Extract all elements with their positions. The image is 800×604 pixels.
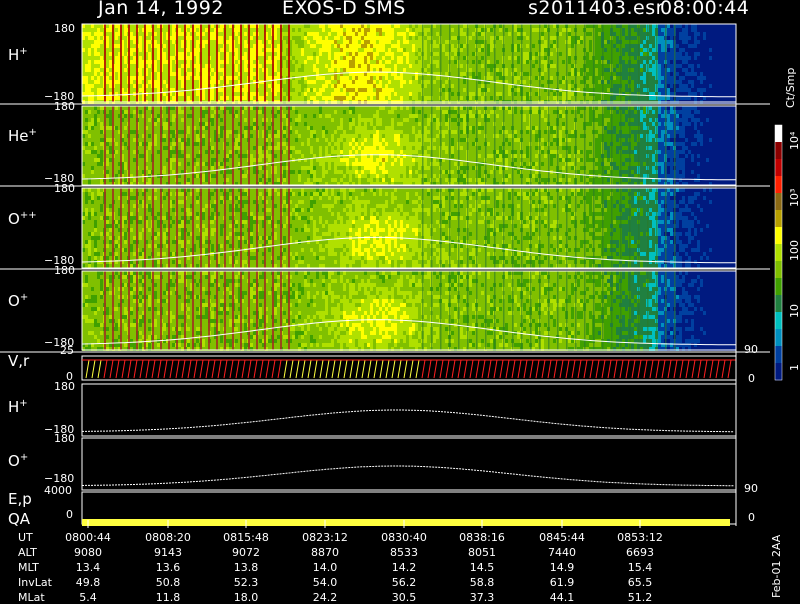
cell-invlat-5: 58.8 [452,576,512,589]
cell-mlat-1: 11.8 [138,591,198,604]
cell-mlat-3: 24.2 [295,591,355,604]
colorbar-swatch [775,363,782,381]
cell-alt-2: 9072 [216,546,276,559]
panel-label-ep: E,p [8,490,32,508]
colorbar-tick-1000: 10³ [788,189,800,207]
cell-invlat-2: 52.3 [216,576,276,589]
cell-mlat-2: 18.0 [216,591,276,604]
row-label-invlat: InvLat [18,576,52,589]
tick-oplus-top: 180 [54,264,75,277]
cell-alt-4: 8533 [374,546,434,559]
heatmap-oplusplus [82,188,736,268]
colorbar-swatch [775,244,782,262]
panel-label-vr: V,r [8,352,29,370]
side-note: Feb-01 2AA [770,535,783,598]
cell-ut-2: 0815:48 [216,531,276,544]
cell-ut-0: 0800:44 [58,531,118,544]
colorbar-swatch [775,295,782,313]
row-label-alt: ALT [18,546,37,559]
colorbar-swatch [775,193,782,211]
cell-mlt-5: 14.5 [452,561,512,574]
tick-oplusplus-top: 180 [54,182,75,195]
colorbar-swatch [775,261,782,279]
row-label-mlt: MLT [18,561,39,574]
cell-ut-6: 0845:44 [532,531,592,544]
panel-label-heplus: He+ [8,127,37,145]
cell-invlat-1: 50.8 [138,576,198,589]
cell-alt-3: 8870 [295,546,355,559]
colorbar-swatch [775,278,782,296]
cell-alt-1: 9143 [138,546,198,559]
oplus-line-frame [82,438,736,490]
colorbar-tick-10: 10 [788,304,800,318]
cell-mlat-5: 37.3 [452,591,512,604]
cell-ut-4: 0830:40 [374,531,434,544]
tick-oplus-line-top: 180 [54,432,75,445]
cell-mlt-1: 13.6 [138,561,198,574]
panel-label-hplus-line: H+ [8,398,28,416]
tick-vr-right-bottom: 0 [748,372,755,385]
qa-bar [82,519,730,526]
cell-invlat-7: 65.5 [610,576,670,589]
heatmap-hplus [82,24,736,104]
plot-area [0,0,800,600]
cell-invlat-3: 54.0 [295,576,355,589]
cell-mlat-0: 5.4 [58,591,118,604]
tick-vr-top: 25 [60,344,74,357]
colorbar-tick-10000: 10⁴ [788,132,800,150]
cell-mlt-4: 14.2 [374,561,434,574]
cell-ut-3: 0823:12 [295,531,355,544]
tick-vr-right-top: 90 [744,343,758,356]
colorbar-swatch [775,329,782,347]
colorbar-unit: Ct/Smp [784,68,797,108]
cell-mlt-7: 15.4 [610,561,670,574]
colorbar-swatch [775,227,782,245]
colorbar-tick-1: 1 [788,364,800,371]
panel-label-oplus-line: O+ [8,452,28,470]
tick-heplus-top: 180 [54,100,75,113]
cell-mlt-2: 13.8 [216,561,276,574]
cell-mlat-4: 30.5 [374,591,434,604]
colorbar-swatch [775,142,782,160]
row-label-ut: UT [18,531,33,544]
tick-qa-left: 0 [66,508,73,521]
tick-qa-right: 0 [748,511,755,524]
panel-label-oplusplus: O++ [8,210,37,228]
cell-alt-6: 7440 [532,546,592,559]
panel-label-hplus: H+ [8,46,28,64]
cell-mlt-6: 14.9 [532,561,592,574]
tick-ep-top: 4000 [44,484,72,497]
panel-label-oplus: O+ [8,292,28,310]
colorbar-swatch [775,312,782,330]
cell-mlat-7: 51.2 [610,591,670,604]
cell-mlt-3: 14.0 [295,561,355,574]
colorbar-swatch [775,176,782,194]
cell-alt-0: 9080 [58,546,118,559]
cell-alt-7: 6693 [610,546,670,559]
colorbar-tick-100: 100 [788,240,800,261]
cell-invlat-4: 56.2 [374,576,434,589]
colorbar-swatch [775,159,782,177]
row-label-mlat: MLat [18,591,45,604]
tick-ep-right: 90 [744,482,758,495]
panel-label-qa: QA [8,510,30,528]
cell-invlat-0: 49.8 [58,576,118,589]
colorbar-swatch [775,346,782,364]
cell-ut-1: 0808:20 [138,531,198,544]
cell-invlat-6: 61.9 [532,576,592,589]
tick-hplus-top: 180 [54,22,75,35]
cell-alt-5: 8051 [452,546,512,559]
cell-mlt-0: 13.4 [58,561,118,574]
cell-mlat-6: 44.1 [532,591,592,604]
cell-ut-7: 0853:12 [610,531,670,544]
tick-hplus-line-top: 180 [54,380,75,393]
colorbar-swatch [775,210,782,228]
cell-ut-5: 0838:16 [452,531,512,544]
colorbar-swatch [775,125,782,143]
